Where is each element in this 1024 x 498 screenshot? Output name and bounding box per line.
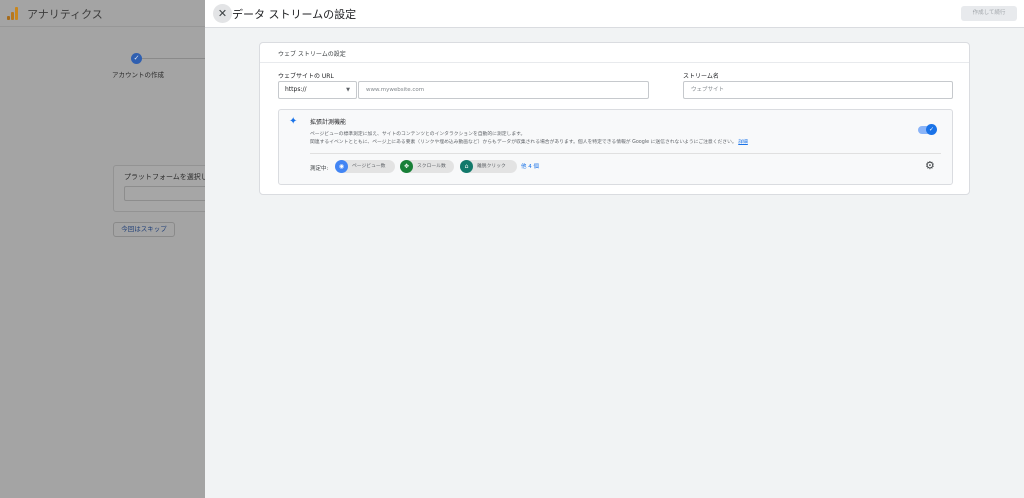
website-url-input[interactable]: www.mywebsite.com [358, 81, 649, 99]
check-icon: ✓ [131, 53, 142, 64]
chip-label: ページビュー数 [352, 164, 386, 169]
card-header: ウェブ ストリームの設定 [260, 43, 969, 63]
analytics-logo-icon [7, 7, 19, 20]
protocol-value: https:// [285, 86, 307, 93]
stream-name-label: ストリーム名 [683, 73, 719, 80]
enhanced-desc-line1: ページビューの標準測定に加え、サイトのコンテンツとのインタラクションを自動的に測… [310, 132, 526, 137]
skip-button: 今回はスキップ [113, 222, 175, 237]
chip-label: スクロール数 [417, 164, 446, 169]
enhanced-measurement-title: 拡張計測機能 [310, 119, 347, 126]
web-stream-settings-card: ウェブ ストリームの設定 ウェブサイトの URL https:// ▼ www.… [259, 42, 970, 195]
app-header: アナリティクス [0, 0, 205, 27]
enhanced-desc-line2-text: 関連するイベントとともに、ページ上にある要素（リンクや埋め込み動画など）からもデ… [310, 140, 737, 145]
card-title: ウェブ ストリームの設定 [278, 51, 346, 58]
click-icon: ⌂ [460, 160, 473, 173]
learn-more-link[interactable]: 詳細 [738, 140, 748, 145]
step-label: アカウントの作成 [112, 71, 164, 79]
caret-down-icon: ▼ [346, 87, 350, 93]
platform-card-title: プラットフォームを選択し [124, 173, 208, 181]
divider [310, 153, 941, 154]
more-events-link[interactable]: 他 4 個 [521, 162, 539, 170]
app-title: アナリティクス [27, 8, 103, 21]
enhanced-measurement-section: ✦ 拡張計測機能 ページビューの標準測定に加え、サイトのコンテンツとのインタラク… [278, 109, 953, 185]
platform-card: プラットフォームを選択し [113, 165, 224, 212]
step-connector [142, 58, 205, 59]
stream-name-input[interactable]: ウェブサイト [683, 81, 953, 99]
chip-scrolls: ✥ スクロール数 [400, 160, 454, 173]
sparkle-icon: ✦ [289, 116, 298, 127]
protocol-select[interactable]: https:// ▼ [278, 81, 357, 99]
eye-icon: ◉ [335, 160, 348, 173]
chip-outbound-clicks: ⌂ 離脱クリック [460, 160, 517, 173]
scroll-icon: ✥ [400, 160, 413, 173]
gear-icon[interactable]: ⚙ [925, 160, 935, 172]
check-icon: ✓ [926, 124, 937, 135]
close-icon[interactable]: ✕ [213, 4, 232, 23]
url-label: ウェブサイトの URL [278, 73, 334, 80]
enhanced-measurement-toggle[interactable]: ✓ [918, 124, 937, 135]
enhanced-desc-line2: 関連するイベントとともに、ページ上にある要素（リンクや埋め込み動画など）からもデ… [310, 138, 748, 145]
dialog-title: データ ストリームの設定 [232, 8, 357, 21]
measuring-label: 測定中: [310, 166, 329, 172]
dialog-header: ✕ データ ストリームの設定 作成して続行 [205, 0, 1024, 28]
chip-page-views: ◉ ページビュー数 [335, 160, 395, 173]
chip-label: 離脱クリック [477, 164, 506, 169]
data-stream-dialog: ✕ データ ストリームの設定 作成して続行 ウェブ ストリームの設定 ウェブサイ… [205, 0, 1024, 498]
create-and-continue-button[interactable]: 作成して続行 [961, 6, 1017, 21]
